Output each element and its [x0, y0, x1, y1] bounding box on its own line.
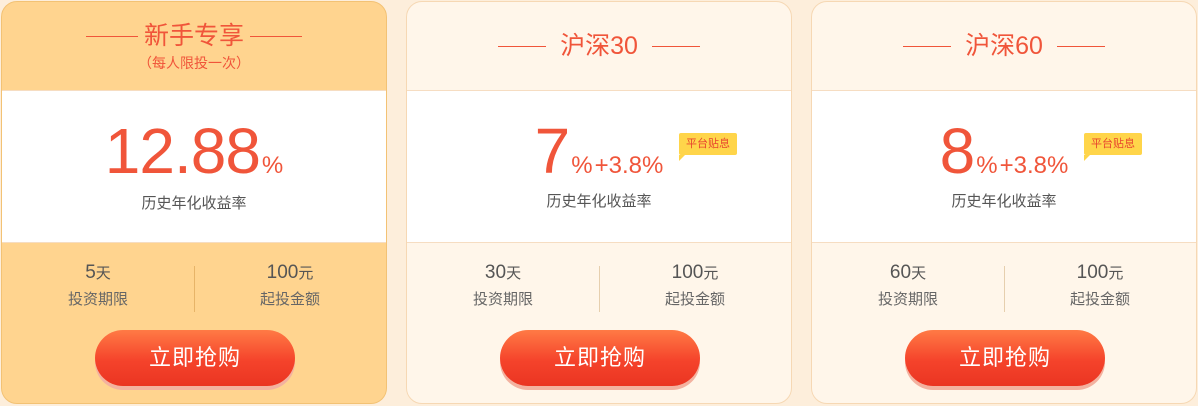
card-stats: 60天 投资期限 100元 起投金额 [812, 260, 1196, 320]
rate-label: 历史年化收益率 [141, 195, 247, 212]
title-line-left [903, 45, 952, 47]
term-stat: 30天 投资期限 [407, 260, 599, 311]
subsidy-badge: 平台贴息 [679, 133, 737, 155]
badge-tail [679, 155, 685, 161]
rate-percent-sign: % [261, 152, 284, 179]
rate-block: 7 % +3.8% 平台贴息 历史年化收益率 [407, 90, 791, 243]
card-title: 新手专享 [143, 22, 244, 50]
min-amount-label: 起投金额 [259, 291, 320, 308]
title-line-right [651, 45, 700, 47]
card-header: 沪深30 [407, 2, 791, 90]
rate-value: 8 [939, 115, 976, 187]
min-amount-value: 100 [671, 262, 704, 283]
product-card-newbie: 新手专享 （每人限投一次） 12.88 % 历史年化收益率 5天 投资期限 10… [1, 1, 387, 404]
term-value-row: 30天 [407, 260, 599, 287]
min-amount-value: 100 [266, 262, 299, 283]
title-row: 沪深30 [498, 31, 700, 61]
buy-now-button[interactable]: 立即抢购 [95, 330, 295, 386]
min-amount-value-row: 100元 [1004, 260, 1196, 287]
term-unit: 天 [95, 265, 111, 282]
term-unit: 天 [506, 265, 522, 282]
min-amount-stat: 100元 起投金额 [1004, 260, 1196, 311]
term-label: 投资期限 [877, 291, 938, 308]
rate-label: 历史年化收益率 [951, 193, 1057, 210]
rate-value: 7 [534, 115, 571, 187]
card-header: 新手专享 （每人限投一次） [2, 2, 386, 90]
term-unit: 天 [911, 265, 927, 282]
rate-bonus: +3.8% [999, 152, 1069, 179]
card-subtitle: （每人限投一次） [138, 55, 250, 71]
min-amount-value-row: 100元 [194, 260, 386, 287]
product-card-hs30: 沪深30 7 % +3.8% 平台贴息 历史年化收益率 30天 投资期限 100… [406, 1, 792, 404]
min-amount-stat: 100元 起投金额 [194, 260, 386, 311]
min-amount-value-row: 100元 [599, 260, 791, 287]
card-title: 沪深60 [965, 32, 1043, 60]
card-title: 沪深30 [560, 32, 638, 60]
rate-row: 12.88 % [2, 117, 386, 185]
min-amount-unit: 元 [703, 265, 719, 282]
title-row: 新手专享 [85, 21, 302, 51]
min-amount-label: 起投金额 [1069, 291, 1130, 308]
term-label: 投资期限 [67, 291, 128, 308]
term-value-row: 5天 [2, 260, 194, 287]
term-value-row: 60天 [812, 260, 1004, 287]
term-stat: 60天 投资期限 [812, 260, 1004, 311]
min-amount-unit: 元 [1108, 265, 1124, 282]
card-header: 沪深60 [812, 2, 1196, 90]
rate-label: 历史年化收益率 [546, 193, 652, 210]
title-line-left [498, 45, 547, 47]
term-value: 30 [484, 262, 507, 283]
term-value: 5 [85, 262, 96, 283]
title-line-right [1056, 45, 1105, 47]
min-amount-value: 100 [1076, 262, 1109, 283]
title-line-left [85, 35, 138, 37]
buy-now-button[interactable]: 立即抢购 [500, 330, 700, 386]
term-value: 60 [889, 262, 912, 283]
card-stats: 30天 投资期限 100元 起投金额 [407, 260, 791, 320]
min-amount-unit: 元 [298, 265, 314, 282]
rate-value: 12.88 [104, 115, 261, 187]
term-stat: 5天 投资期限 [2, 260, 194, 311]
min-amount-label: 起投金额 [664, 291, 725, 308]
min-amount-stat: 100元 起投金额 [599, 260, 791, 311]
buy-now-button[interactable]: 立即抢购 [905, 330, 1105, 386]
rate-block: 12.88 % 历史年化收益率 [2, 90, 386, 243]
rate-bonus: +3.8% [594, 152, 664, 179]
title-line-right [250, 35, 302, 37]
title-row: 沪深60 [903, 31, 1105, 61]
badge-tail [1084, 155, 1090, 161]
product-card-hs60: 沪深60 8 % +3.8% 平台贴息 历史年化收益率 60天 投资期限 100… [811, 1, 1197, 404]
rate-percent-sign: % [571, 152, 593, 179]
term-label: 投资期限 [472, 291, 533, 308]
rate-block: 8 % +3.8% 平台贴息 历史年化收益率 [812, 90, 1196, 243]
card-stats: 5天 投资期限 100元 起投金额 [2, 260, 386, 320]
subsidy-badge: 平台贴息 [1084, 133, 1142, 155]
rate-percent-sign: % [976, 152, 998, 179]
